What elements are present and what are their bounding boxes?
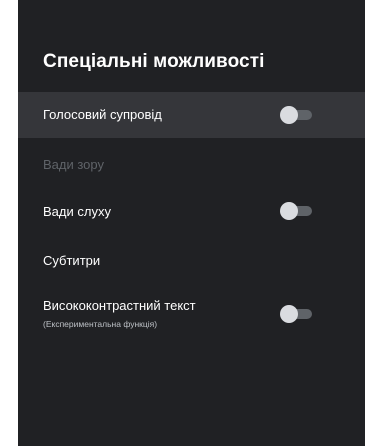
toggle-thumb: [280, 305, 298, 323]
setting-sublabel: (Експериментальна функція): [43, 319, 158, 329]
accessibility-panel: Спеціальні можливості Голосовий супровід…: [18, 0, 365, 446]
setting-label: Субтитри: [43, 253, 101, 268]
toggle-thumb: [280, 106, 298, 124]
setting-row-vision: Вади зору: [18, 142, 365, 182]
setting-row-high-contrast[interactable]: Висококонтрастний текст (Експериментальн…: [18, 286, 365, 342]
toggle-thumb: [280, 202, 298, 220]
setting-label: Висококонтрастний текст: [43, 298, 196, 313]
setting-row-captions[interactable]: Субтитри: [18, 240, 365, 278]
setting-row-hearing[interactable]: Вади слуху: [18, 190, 365, 232]
hearing-toggle[interactable]: [280, 202, 312, 220]
high-contrast-toggle[interactable]: [280, 305, 312, 323]
page-title: Спеціальні можливості: [43, 51, 265, 72]
setting-row-talkback[interactable]: Голосовий супровід: [18, 92, 365, 138]
setting-label: Голосовий супровід: [43, 107, 162, 122]
setting-label: Вади зору: [43, 157, 104, 172]
setting-label: Вади слуху: [43, 204, 111, 219]
talkback-toggle[interactable]: [280, 106, 312, 124]
